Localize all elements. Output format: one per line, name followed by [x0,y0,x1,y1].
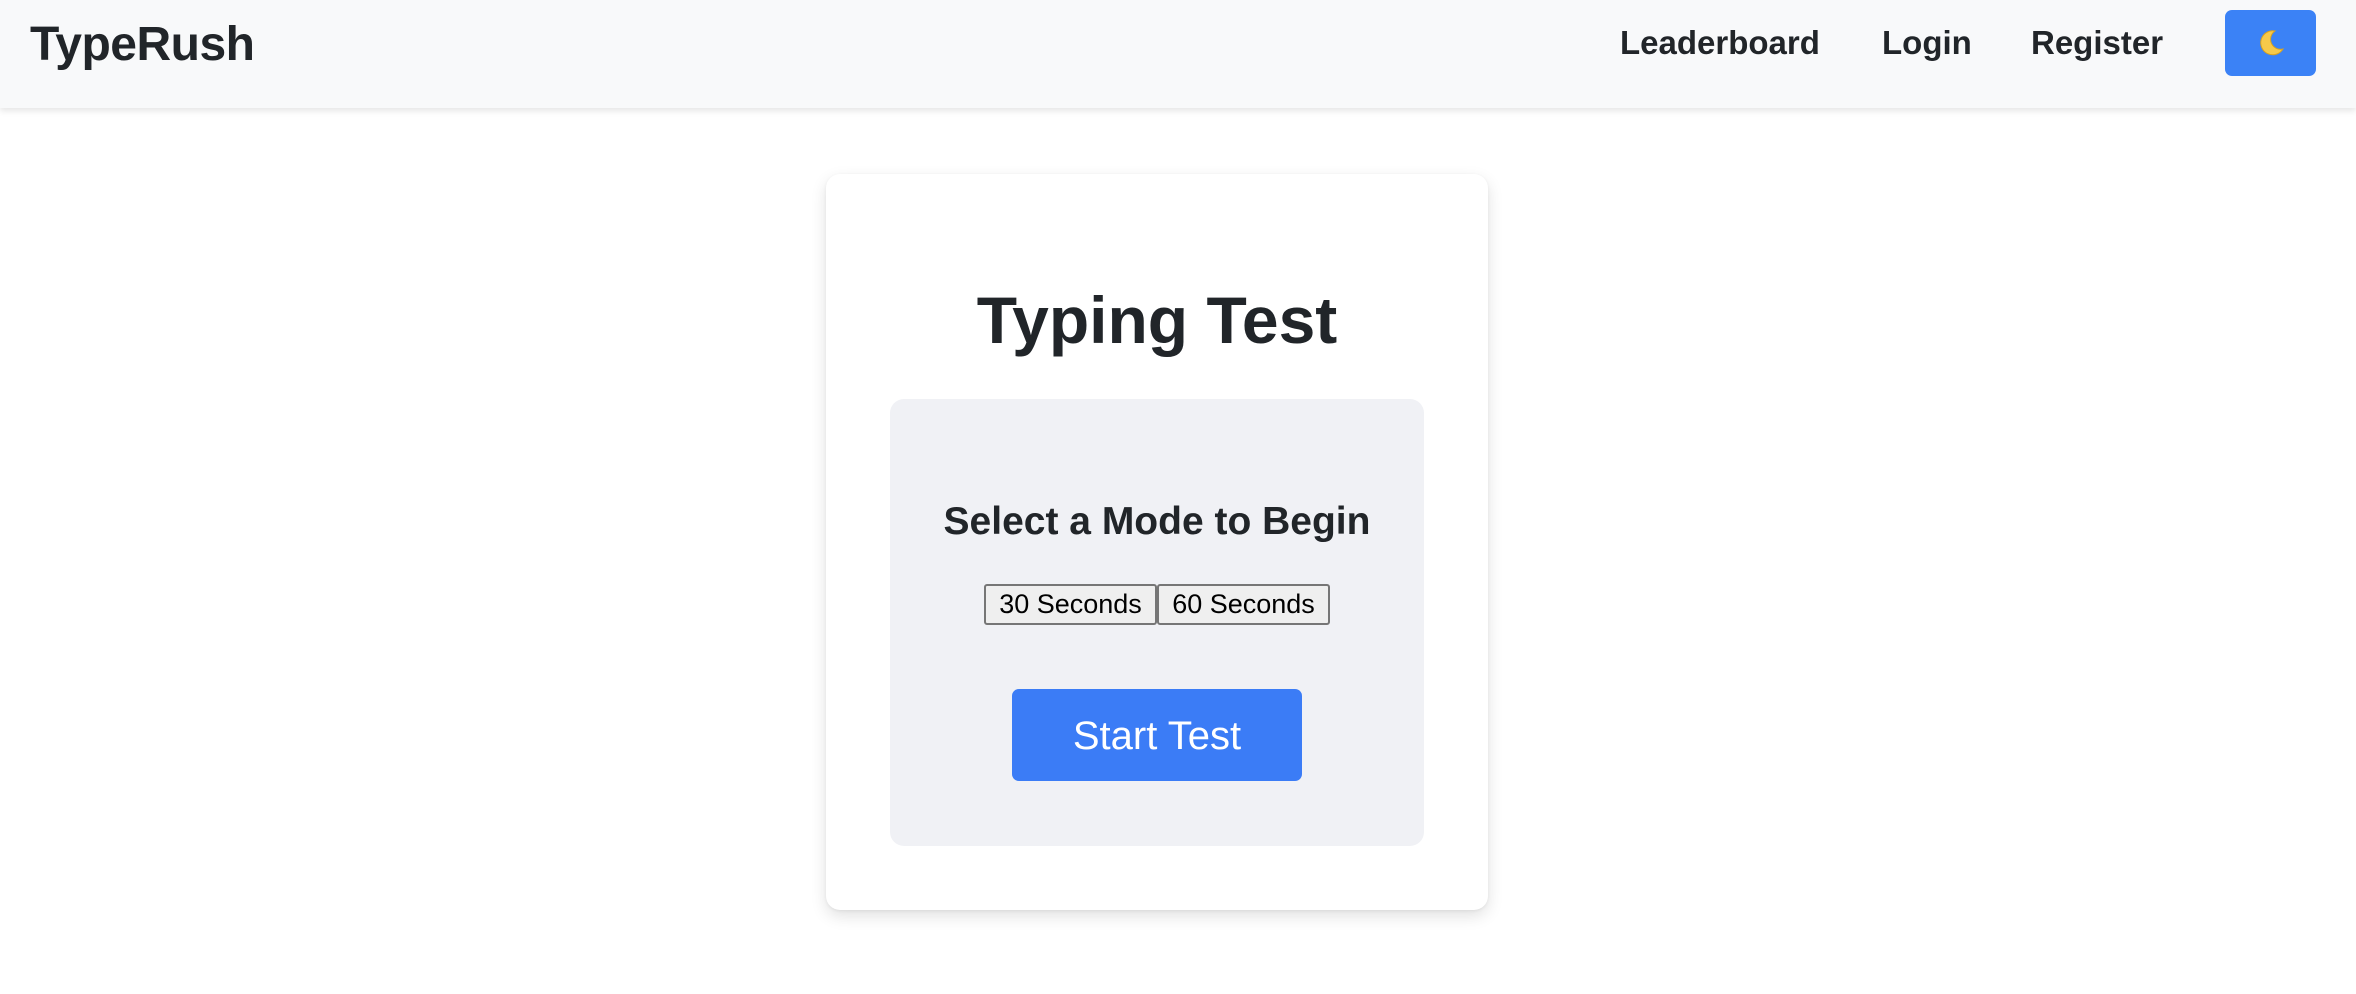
moon-icon [2259,30,2284,56]
page-title: Typing Test [976,283,1338,357]
nav-register-link[interactable]: Register [2031,22,2163,64]
mode-select-panel: Select a Mode to Begin 30 Seconds 60 Sec… [890,399,1424,846]
typing-test-card: Typing Test Select a Mode to Begin 30 Se… [826,174,1488,910]
mode-60-seconds-button[interactable]: 60 Seconds [1157,584,1330,625]
mode-30-seconds-button[interactable]: 30 Seconds [984,584,1157,625]
nav-login-link[interactable]: Login [1882,22,1972,64]
start-test-button[interactable]: Start Test [1012,689,1302,781]
nav-leaderboard-link[interactable]: Leaderboard [1620,22,1820,64]
navbar: TypeRush Leaderboard Login Register [0,0,2356,108]
theme-toggle-button[interactable] [2225,10,2316,76]
mode-button-group: 30 Seconds 60 Seconds [984,584,1330,625]
brand-logo[interactable]: TypeRush [30,16,255,74]
mode-select-heading: Select a Mode to Begin [943,500,1371,543]
